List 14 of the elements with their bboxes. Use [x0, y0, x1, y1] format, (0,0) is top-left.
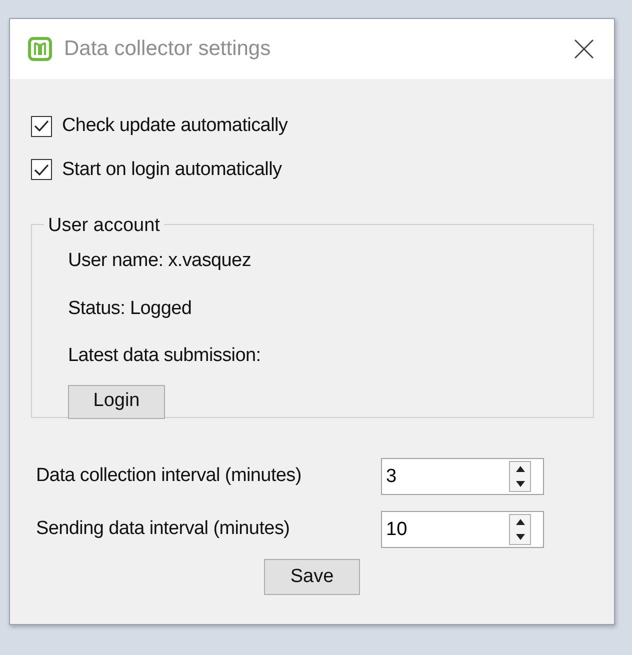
account-info-text: Latest data submission:: [68, 344, 262, 368]
checkbox-label: Check update automatically: [62, 114, 288, 138]
checkbox[interactable]: [31, 159, 52, 180]
account-info-text: User name: x.vasquez: [68, 249, 252, 273]
account-info-text: Status: Logged: [68, 296, 193, 320]
login-button[interactable]: Login: [68, 384, 165, 418]
interval-label: Sending data interval (minutes): [36, 517, 291, 542]
checkbox[interactable]: [31, 116, 52, 137]
save-button[interactable]: Save: [264, 559, 360, 595]
app-icon: [28, 37, 52, 61]
window-title: Data collector settings: [64, 36, 272, 62]
close-icon[interactable]: [574, 39, 594, 59]
checkbox-label: Start on login automatically: [62, 158, 282, 182]
interval-label: Data collection interval (minutes): [36, 464, 302, 488]
